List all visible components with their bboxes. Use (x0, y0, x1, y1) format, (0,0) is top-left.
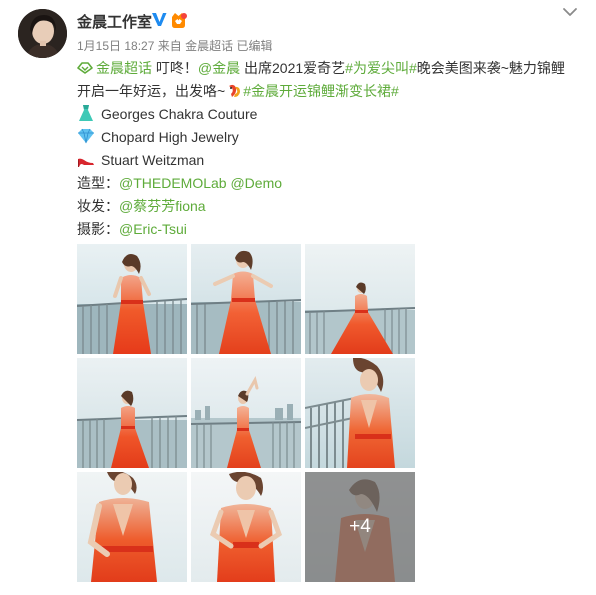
author-name[interactable]: 金晨工作室 (77, 11, 152, 32)
text-line-2: 开启一年好运，出发咯~ #金晨开运锦鲤渐变长裙# (77, 80, 582, 103)
hashtag-kaiyun-dress[interactable]: #金晨开运锦鲤渐变长裙# (243, 83, 399, 99)
edited-label[interactable]: 已编辑 (236, 39, 272, 53)
mention-thedemolab[interactable]: @THEDEMOLab (119, 175, 227, 191)
jewelry-brand: Chopard High Jewelry (101, 129, 239, 145)
credit-styling: 造型：@THEDEMOLab @Demo (77, 172, 582, 195)
hashtag-weiaijianjiao[interactable]: #为爱尖叫# (345, 60, 417, 76)
mention-eric-tsui[interactable]: @Eric-Tsui (119, 221, 187, 237)
supertopic-icon (77, 62, 93, 74)
post-meta: 1月15日 18:27 来自 金晨超话 已编辑 (77, 37, 272, 54)
mention-demo[interactable]: @Demo (230, 175, 282, 191)
fan-badge-icon (172, 13, 187, 28)
text-segment: 晚会美图来袭~魅力锦鲤 (416, 60, 565, 76)
dress-icon (79, 105, 93, 121)
credit-jewelry: Chopard High Jewelry (77, 126, 582, 149)
photo-thumbnail[interactable] (191, 472, 301, 582)
mention-fiona[interactable]: @蔡芬芳fiona (119, 198, 206, 214)
text-segment: 开启一年好运，出发咯~ (77, 83, 226, 99)
verified-v-icon (152, 13, 167, 26)
photo-thumbnail[interactable] (77, 244, 187, 354)
source-prefix: 来自 (157, 39, 182, 53)
high-heel-icon (78, 158, 94, 167)
credit-shoes: Stuart Weitzman (77, 149, 582, 172)
photo-thumbnail[interactable] (77, 358, 187, 468)
credit-makeup: 妆发：@蔡芬芳fiona (77, 195, 582, 218)
text-segment: 出席2021爱奇艺 (240, 60, 346, 76)
photo-thumbnail[interactable] (305, 358, 415, 468)
photo-grid: +4 (77, 244, 415, 582)
credit-dress: Georges Chakra Couture (77, 103, 582, 126)
post-source[interactable]: 金晨超话 (185, 39, 233, 53)
text-line-1: 金晨超话 叮咚！@金晨 出席2021爱奇艺#为爱尖叫#晚会美图来袭~魅力锦鲤 (77, 57, 582, 80)
avatar[interactable] (18, 9, 67, 58)
post-time[interactable]: 1月15日 18:27 (77, 39, 154, 53)
supertopic-link[interactable]: 金晨超话 (96, 60, 152, 76)
post-text: 金晨超话 叮咚！@金晨 出席2021爱奇艺#为爱尖叫#晚会美图来袭~魅力锦鲤 开… (77, 57, 582, 241)
chevron-down-icon[interactable] (562, 6, 578, 18)
more-photos-count: +4 (305, 472, 415, 582)
dress-brand: Georges Chakra Couture (101, 106, 258, 122)
weibo-post-card: 金晨工作室 1月15日 18:27 来自 金晨超话 已编辑 金晨超话 叮咚！@金… (0, 0, 596, 595)
credit-photo: 摄影：@Eric-Tsui (77, 218, 582, 241)
text-segment: 叮咚！ (152, 60, 198, 76)
photo-thumbnail[interactable] (77, 472, 187, 582)
koi-fish-icon (229, 84, 241, 97)
styling-label: 造型： (77, 175, 119, 191)
photo-thumbnail[interactable] (305, 244, 415, 354)
gem-icon (78, 128, 94, 144)
photo-label: 摄影： (77, 221, 119, 237)
mention-jinchen[interactable]: @金晨 (198, 60, 240, 76)
makeup-label: 妆发： (77, 198, 119, 214)
shoes-brand: Stuart Weitzman (101, 152, 205, 168)
photo-thumbnail[interactable] (191, 358, 301, 468)
more-photos-thumbnail[interactable]: +4 (305, 472, 415, 582)
photo-thumbnail[interactable] (191, 244, 301, 354)
